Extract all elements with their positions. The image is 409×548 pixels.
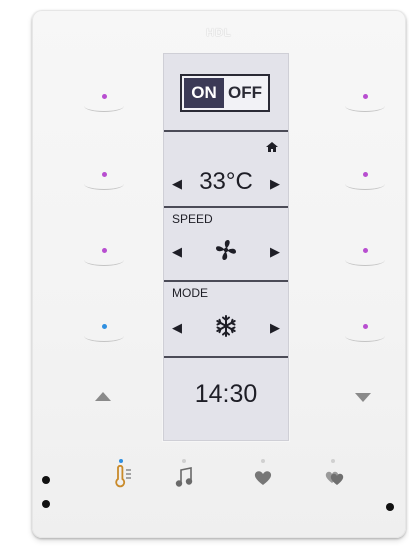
- key-line: [84, 106, 124, 112]
- power-section: ON OFF: [164, 54, 288, 132]
- key-line: [345, 260, 385, 266]
- key-line: [84, 336, 124, 342]
- key-line: [84, 260, 124, 266]
- screw-hole: [386, 503, 394, 511]
- page-indicator-dot: [119, 459, 123, 463]
- page-indicator-dot: [331, 459, 335, 463]
- screw-hole: [42, 500, 50, 508]
- off-option[interactable]: OFF: [224, 78, 266, 108]
- key-line: [345, 184, 385, 190]
- right-key-1[interactable]: [345, 88, 385, 118]
- left-key-4[interactable]: [84, 318, 124, 348]
- mode-increase-arrow[interactable]: ▶: [270, 320, 280, 336]
- right-key-2[interactable]: [345, 166, 385, 196]
- speed-decrease-arrow[interactable]: ◀: [172, 244, 182, 260]
- left-key-2[interactable]: [84, 166, 124, 196]
- temp-decrease-arrow[interactable]: ◀: [172, 176, 182, 192]
- key-indicator-dot: [102, 172, 107, 177]
- key-indicator-dot: [363, 248, 368, 253]
- speed-section: SPEED ◀ ▶: [164, 208, 288, 282]
- fan-icon: [215, 239, 237, 261]
- left-key-1[interactable]: [84, 88, 124, 118]
- key-indicator-dot: [363, 172, 368, 177]
- key-line: [345, 106, 385, 112]
- music-note-icon[interactable]: [174, 465, 196, 489]
- right-key-3[interactable]: [345, 242, 385, 272]
- heart-icon[interactable]: [252, 465, 274, 489]
- speed-increase-arrow[interactable]: ▶: [270, 244, 280, 260]
- left-key-3[interactable]: [84, 242, 124, 272]
- screw-hole: [42, 476, 50, 484]
- clock-time: 14:30: [194, 380, 258, 408]
- temp-increase-arrow[interactable]: ▶: [270, 176, 280, 192]
- down-arrow-button[interactable]: [355, 393, 371, 402]
- key-indicator-dot: [102, 94, 107, 99]
- time-section: 14:30: [164, 358, 288, 440]
- key-indicator-dot: [102, 324, 107, 329]
- key-line: [345, 336, 385, 342]
- key-indicator-dot: [363, 94, 368, 99]
- double-heart-icon[interactable]: [323, 465, 347, 489]
- lcd-screen: ON OFF ◀ 33°C ▶ SPEED ◀ ▶ MODE ◀ ▶ 14:30: [163, 53, 289, 441]
- key-indicator-dot: [102, 248, 107, 253]
- home-icon: [266, 142, 278, 152]
- snowflake-icon: [216, 315, 236, 337]
- temperature-section: ◀ 33°C ▶: [164, 132, 288, 208]
- page-indicator-dot: [182, 459, 186, 463]
- mode-section: MODE ◀ ▶: [164, 282, 288, 358]
- mode-label: MODE: [172, 286, 208, 300]
- power-toggle[interactable]: ON OFF: [180, 74, 270, 112]
- temperature-value: 33°C: [199, 168, 253, 195]
- page-indicator-dot: [261, 459, 265, 463]
- mode-decrease-arrow[interactable]: ◀: [172, 320, 182, 336]
- thermometer-icon[interactable]: [112, 465, 134, 489]
- key-line: [84, 184, 124, 190]
- key-indicator-dot: [363, 324, 368, 329]
- on-option[interactable]: ON: [184, 78, 224, 108]
- brand-logo: HDL: [206, 27, 232, 39]
- speed-label: SPEED: [172, 212, 213, 226]
- up-arrow-button[interactable]: [95, 392, 111, 401]
- wall-panel: HDL ON OFF ◀ 33°C ▶ SPEED ◀ ▶ MODE ◀ ▶ 1…: [32, 10, 406, 538]
- right-key-4[interactable]: [345, 318, 385, 348]
